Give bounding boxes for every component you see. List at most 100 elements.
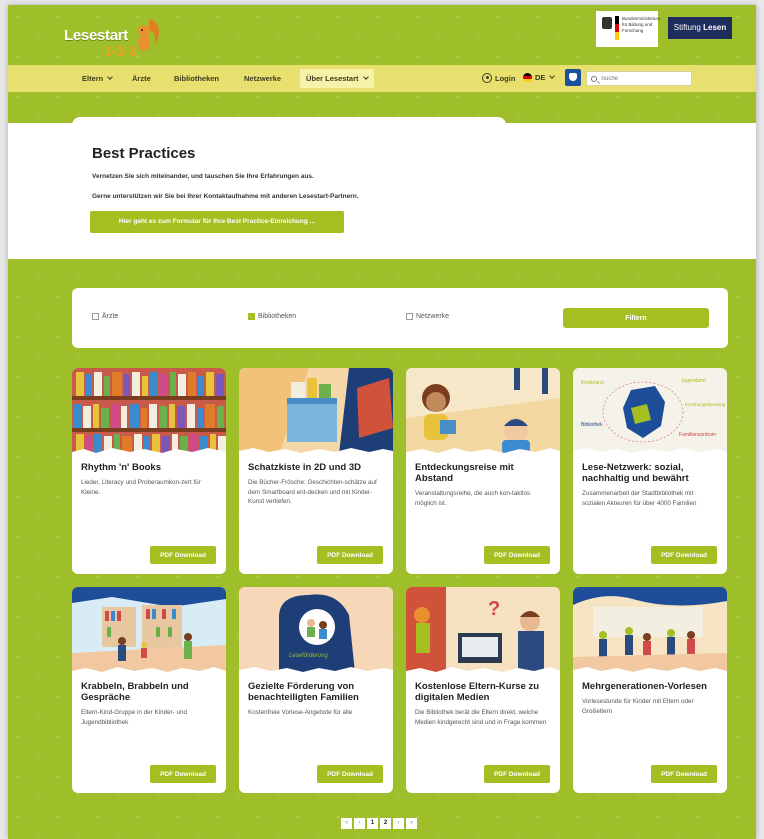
chevron-down-icon	[549, 73, 556, 79]
pdf-download-button[interactable]: PDF Download	[484, 546, 550, 564]
torn-edge	[573, 448, 727, 454]
filter-bibliotheken[interactable]: Bibliotheken	[248, 313, 296, 320]
flag-bars	[615, 16, 619, 40]
sign-language-icon[interactable]	[565, 69, 581, 86]
torn-edge	[406, 667, 560, 673]
intro-line-1: Vernetzen Sie sich miteinander, und taus…	[92, 173, 314, 180]
checkbox[interactable]	[406, 313, 413, 320]
page-frame: Lesestart 1-2-3 Bundesministerium für Bi…	[8, 5, 756, 839]
map-label-bibliothek: Bibliothek	[581, 422, 603, 428]
pdf-download-button[interactable]: PDF Download	[651, 546, 717, 564]
page-title: Best Practices	[92, 145, 196, 162]
nav-aerzte[interactable]: Ärzte	[132, 74, 151, 83]
pagination-page-2[interactable]: 2	[380, 818, 391, 829]
card-schatzkiste: Schatzkiste in 2D und 3D Die Bücher-Frös…	[239, 368, 393, 574]
pdf-download-button[interactable]: PDF Download	[317, 765, 383, 783]
checkbox[interactable]	[92, 313, 99, 320]
top-bar: Lesestart 1-2-3 Bundesministerium für Bi…	[8, 5, 756, 65]
chevron-down-icon	[107, 74, 114, 80]
card-image-network-map: Kinderarzt Jugendamt Bibliothek Familien…	[573, 368, 727, 454]
logo-text: Lesestart	[64, 27, 129, 44]
chevron-down-icon	[362, 74, 369, 80]
card-description: Die Bibliothek berät die Eltern direkt, …	[415, 709, 547, 726]
card-image-treasure-box	[239, 368, 393, 454]
torn-edge	[406, 448, 560, 454]
filter-netzwerke[interactable]: Netzwerke	[406, 313, 449, 320]
pagination-last[interactable]: »	[406, 818, 417, 829]
eagle-icon	[602, 17, 612, 29]
bmbf-logo[interactable]: Bundesministerium für Bildung und Forsch…	[596, 11, 661, 47]
question-mark-icon: ?	[488, 598, 500, 620]
pdf-download-button[interactable]: PDF Download	[484, 765, 550, 783]
pagination-prev[interactable]: ‹	[354, 818, 365, 829]
nav-bibliotheken[interactable]: Bibliotheken	[174, 74, 219, 83]
stiftung-logo-suffix: Lesen	[703, 23, 727, 32]
pagination-first[interactable]: «	[341, 818, 352, 829]
nav-eltern[interactable]: Eltern	[82, 74, 114, 83]
gov-logo-text: Bundesministerium für Bildung und Forsch…	[622, 16, 661, 33]
submission-form-button[interactable]: Hier geht es zum Formular für Ihre Best …	[90, 211, 344, 233]
card-title: Schatzkiste in 2D und 3D	[248, 462, 361, 473]
filter-panel: Ärzte Bibliotheken Netzwerke Filtern	[72, 288, 728, 348]
card-image-reading-crowd	[573, 587, 727, 673]
nav-label: Über Lesestart	[306, 74, 359, 83]
map-label-kinderarzt: Kinderarzt	[581, 380, 604, 386]
card-image-parent-course: ?	[406, 587, 560, 673]
card-description: Die Bücher-Frösche: Geschichten-schätze …	[248, 479, 377, 505]
search-input[interactable]	[601, 75, 681, 82]
language-select[interactable]: DE	[523, 73, 556, 82]
card-lese-netzwerk: Kinderarzt Jugendamt Bibliothek Familien…	[573, 368, 727, 574]
login-label: Login	[495, 73, 516, 83]
reading-crowd-illustration	[573, 587, 727, 673]
search-box	[586, 71, 692, 86]
card-title: Krabbeln, Brabbeln und Gespräche	[81, 681, 189, 703]
pagination-next[interactable]: ›	[393, 818, 404, 829]
pdf-download-button[interactable]: PDF Download	[150, 546, 216, 564]
image-label-lesefoerderung: Leseförderung	[289, 653, 328, 659]
login-link[interactable]: Login	[482, 73, 515, 83]
pagination-page-1[interactable]: 1	[367, 818, 378, 829]
nav-ueber-lesestart[interactable]: Über Lesestart	[300, 69, 374, 88]
pdf-download-button[interactable]: PDF Download	[651, 765, 717, 783]
card-mehrgenerationen: Mehrgenerationen-Vorlesen Vorlesestunde …	[573, 587, 727, 793]
card-title: Mehrgenerationen-Vorlesen	[582, 681, 707, 692]
filter-label: Netzwerke	[416, 313, 450, 320]
lesestart-logo[interactable]: Lesestart 1-2-3	[64, 13, 164, 61]
nav-label: Bibliotheken	[174, 74, 220, 83]
filter-label: Ärzte	[102, 313, 119, 320]
card-title: Entdeckungsreise mit Abstand	[415, 462, 514, 484]
card-title: Lese-Netzwerk: sozial, nachhaltig und be…	[582, 462, 689, 484]
filter-label: Bibliotheken	[258, 313, 297, 320]
stiftung-lesen-logo[interactable]: Stiftung Lesen	[668, 17, 732, 39]
card-rhythm-n-books: Rhythm 'n' Books Lieder, Literacy und Pr…	[72, 368, 226, 574]
card-description: Lieder, Literacy und Proberaumkon-zert f…	[81, 479, 201, 496]
card-title: Kostenlose Eltern-Kurse zu digitalen Med…	[415, 681, 540, 703]
card-image-library-group	[72, 587, 226, 673]
filter-aerzte[interactable]: Ärzte	[92, 313, 118, 320]
network-map-illustration: Kinderarzt Jugendamt Bibliothek Familien…	[573, 368, 727, 454]
torn-edge	[239, 448, 393, 454]
map-label-familienzentrum: Familienzentrum	[679, 432, 716, 438]
card-title: Gezielte Förderung von benachteiligten F…	[248, 681, 359, 703]
search-icon[interactable]	[591, 75, 597, 82]
torn-edge	[239, 667, 393, 673]
family-puzzle-illustration: Leseförderung	[239, 587, 393, 673]
torn-edge	[72, 667, 226, 673]
nav-label: Netzwerke	[244, 74, 282, 83]
stiftung-logo-prefix: Stiftung	[673, 23, 704, 32]
pdf-download-button[interactable]: PDF Download	[150, 765, 216, 783]
squirrel-icon	[138, 19, 159, 51]
reading-kids-illustration	[406, 368, 560, 454]
user-icon	[482, 73, 492, 83]
card-entdeckungsreise: Entdeckungsreise mit Abstand Veranstaltu…	[406, 368, 560, 574]
lang-label: DE	[535, 73, 546, 82]
map-label-jugendamt: Jugendamt	[681, 378, 706, 384]
filter-button[interactable]: Filtern	[563, 308, 709, 328]
card-eltern-kurse: ? Kostenlose Eltern-Kurse zu digitalen M…	[406, 587, 560, 793]
map-label-erziehungsberatung: Erziehungsberatung	[685, 402, 726, 407]
nav-netzwerke[interactable]: Netzwerke	[244, 74, 281, 83]
card-description: Zusammenarbeit der Stadtbibliothek mit s…	[582, 490, 697, 507]
card-description: Veranstaltungsreihe, die auch kon-taktlo…	[415, 490, 531, 507]
pdf-download-button[interactable]: PDF Download	[317, 546, 383, 564]
checkbox-checked[interactable]	[248, 313, 255, 320]
